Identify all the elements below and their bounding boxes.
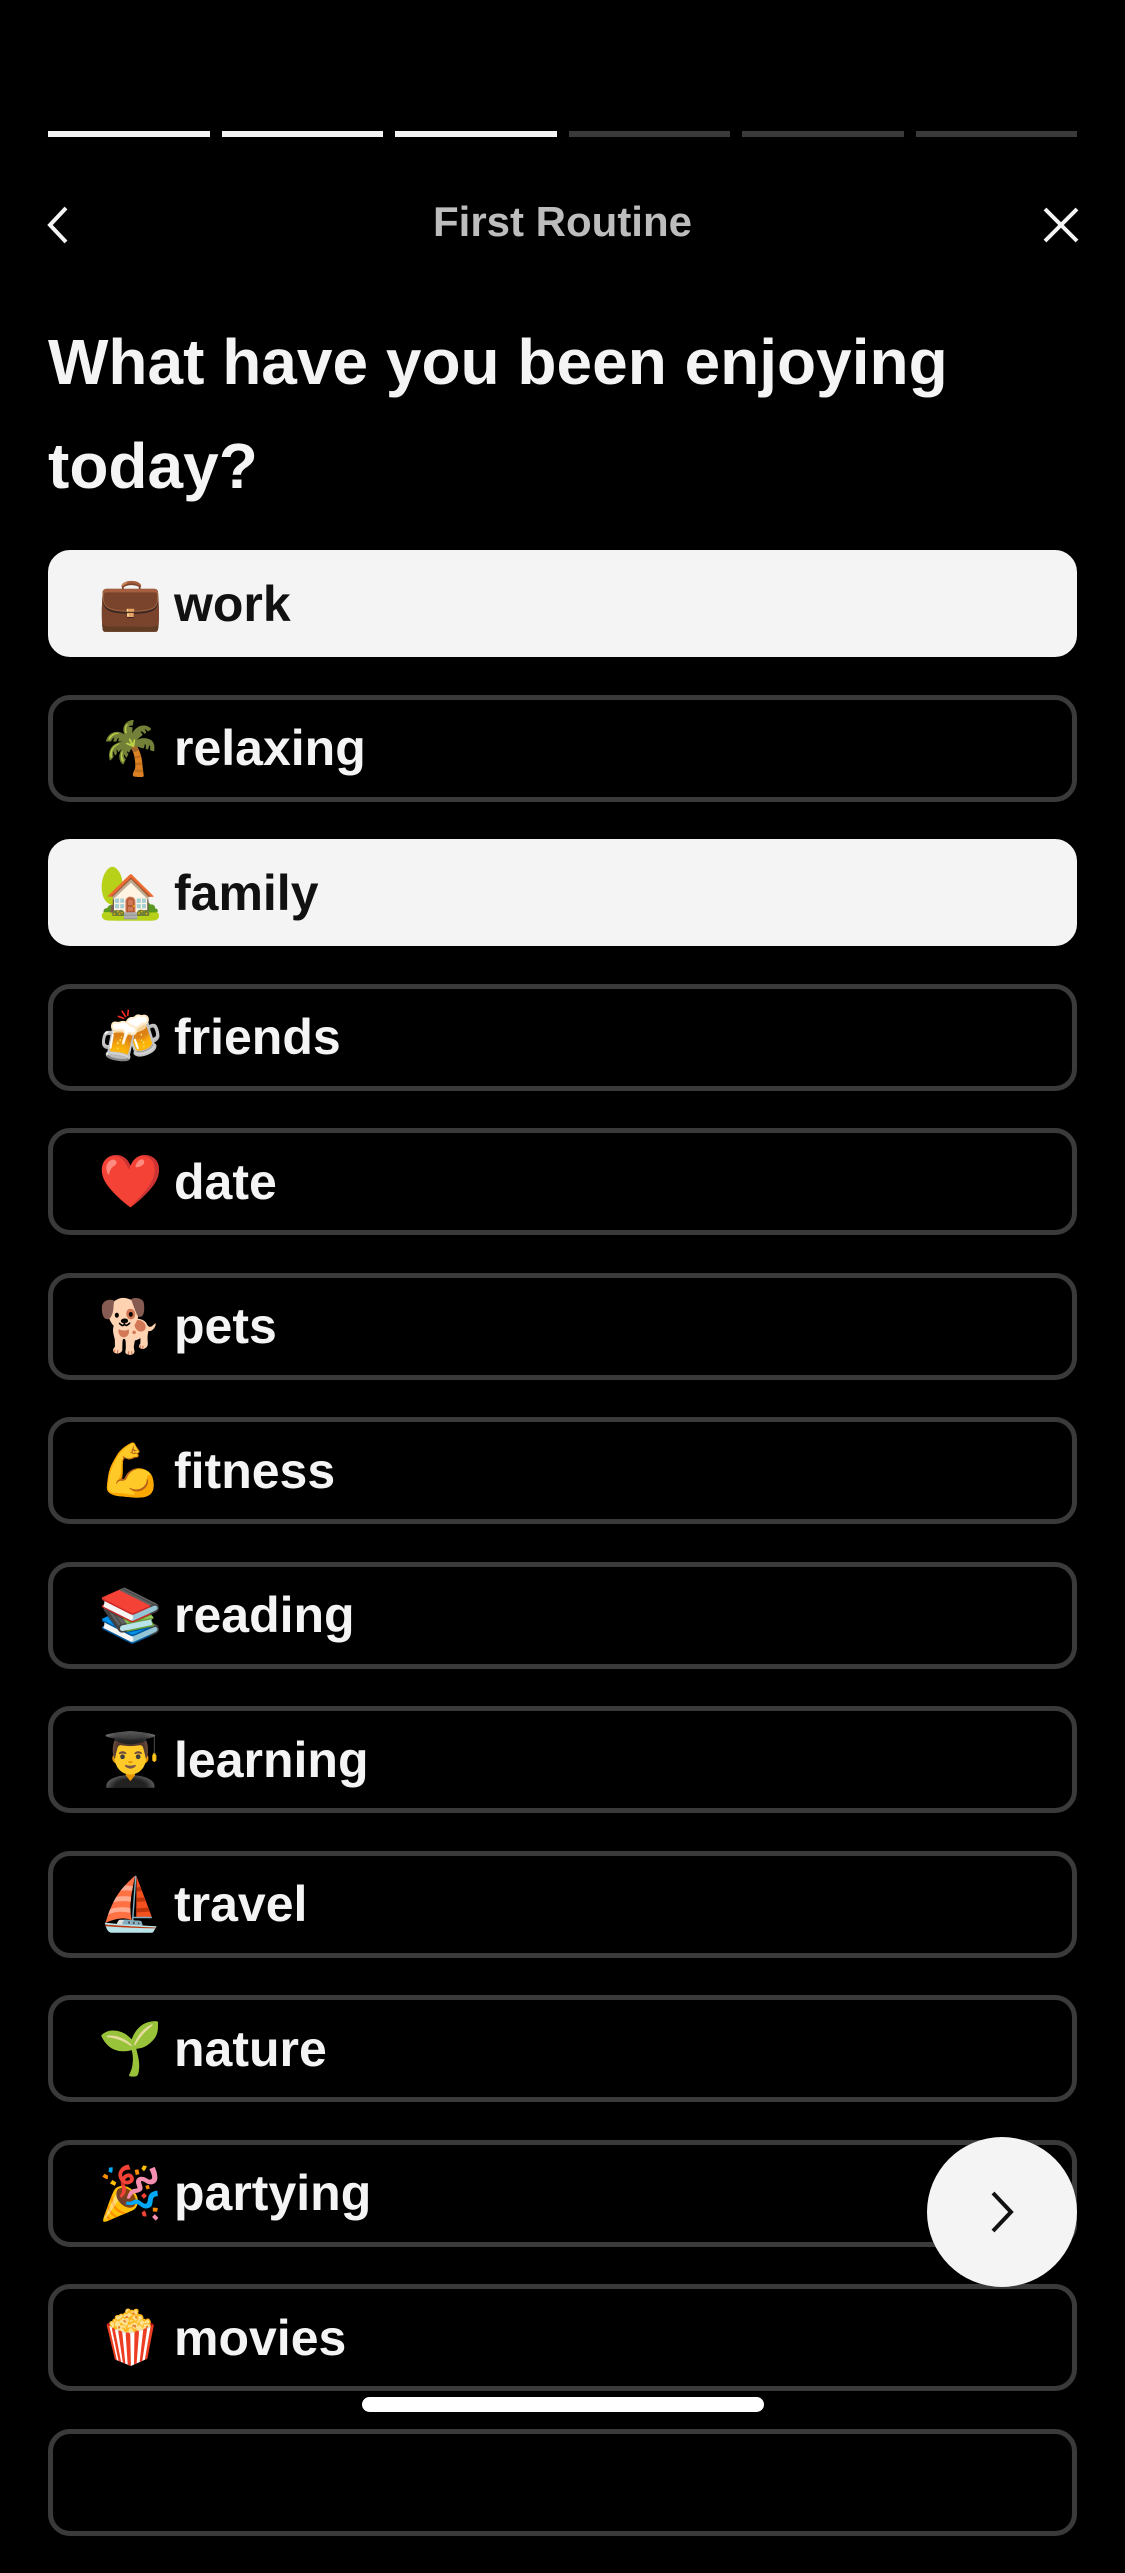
home-indicator[interactable] (362, 2397, 764, 2412)
option-friends[interactable]: 🍻 friends (48, 983, 1077, 1091)
pets-emoji-icon: 🐕 (98, 1297, 163, 1356)
option-relaxing[interactable]: 🌴 relaxing (48, 694, 1077, 802)
option-label: fitness (174, 1442, 336, 1499)
partying-emoji-icon: 🎉 (98, 2164, 163, 2223)
learning-emoji-icon: 👨‍🎓 (98, 1731, 163, 1789)
option-family[interactable]: 🏡 family (48, 839, 1077, 946)
nav-title: First Routine (433, 198, 692, 245)
options-list: 💼 work 🌴 relaxing 🏡 family 🍻 friends ❤️ date 🐕 pets… (48, 550, 1077, 2573)
option-more[interactable] (48, 2428, 1077, 2536)
option-movies[interactable]: 🍿 movies (48, 2284, 1077, 2391)
progress-segment (568, 131, 730, 137)
option-pets[interactable]: 🐕 pets (48, 1272, 1077, 1380)
question-heading: What have you been enjoying today? (48, 326, 948, 502)
travel-emoji-icon: ⛵ (98, 1875, 163, 1934)
option-reading[interactable]: 📚 reading (48, 1561, 1077, 1669)
next-button[interactable] (927, 2137, 1077, 2287)
progress-segment (742, 131, 904, 137)
option-label: partying (174, 2165, 372, 2221)
fitness-emoji-icon: 💪 (98, 1442, 163, 1500)
option-date[interactable]: ❤️ date (48, 1128, 1077, 1235)
option-label: travel (174, 1876, 308, 1932)
friends-emoji-icon: 🍻 (98, 1008, 163, 1067)
chevron-right-icon (991, 2191, 1014, 2233)
option-label: movies (174, 2309, 347, 2366)
progress-segment (395, 131, 557, 137)
option-label: pets (174, 1298, 277, 1354)
option-fitness[interactable]: 💪 fitness (48, 1417, 1077, 1524)
step-progress (48, 131, 1077, 137)
option-label: date (174, 1153, 277, 1210)
relaxing-emoji-icon: 🌴 (98, 719, 163, 778)
reading-emoji-icon: 📚 (98, 1586, 163, 1645)
option-label: family (174, 864, 319, 921)
date-emoji-icon: ❤️ (98, 1153, 163, 1211)
option-label: reading (174, 1587, 355, 1643)
option-label: nature (174, 2020, 327, 2077)
option-nature[interactable]: 🌱 nature (48, 1995, 1077, 2102)
movies-emoji-icon: 🍿 (98, 2309, 163, 2367)
nature-emoji-icon: 🌱 (98, 2020, 163, 2078)
option-work[interactable]: 💼 work (48, 550, 1077, 657)
work-emoji-icon: 💼 (98, 575, 163, 633)
option-partying[interactable]: 🎉 partying (48, 2139, 1077, 2247)
option-label: friends (174, 1009, 341, 1065)
progress-segment (48, 131, 210, 137)
progress-segment (915, 131, 1077, 137)
family-emoji-icon: 🏡 (98, 864, 163, 922)
option-label: learning (174, 1731, 369, 1788)
option-travel[interactable]: ⛵ travel (48, 1850, 1077, 1958)
option-learning[interactable]: 👨‍🎓 learning (48, 1706, 1077, 1813)
progress-segment (221, 131, 383, 137)
close-button[interactable] (1041, 204, 1081, 246)
option-label: work (174, 575, 291, 632)
option-label: relaxing (174, 720, 366, 776)
nav-bar: First Routine (0, 190, 1125, 260)
